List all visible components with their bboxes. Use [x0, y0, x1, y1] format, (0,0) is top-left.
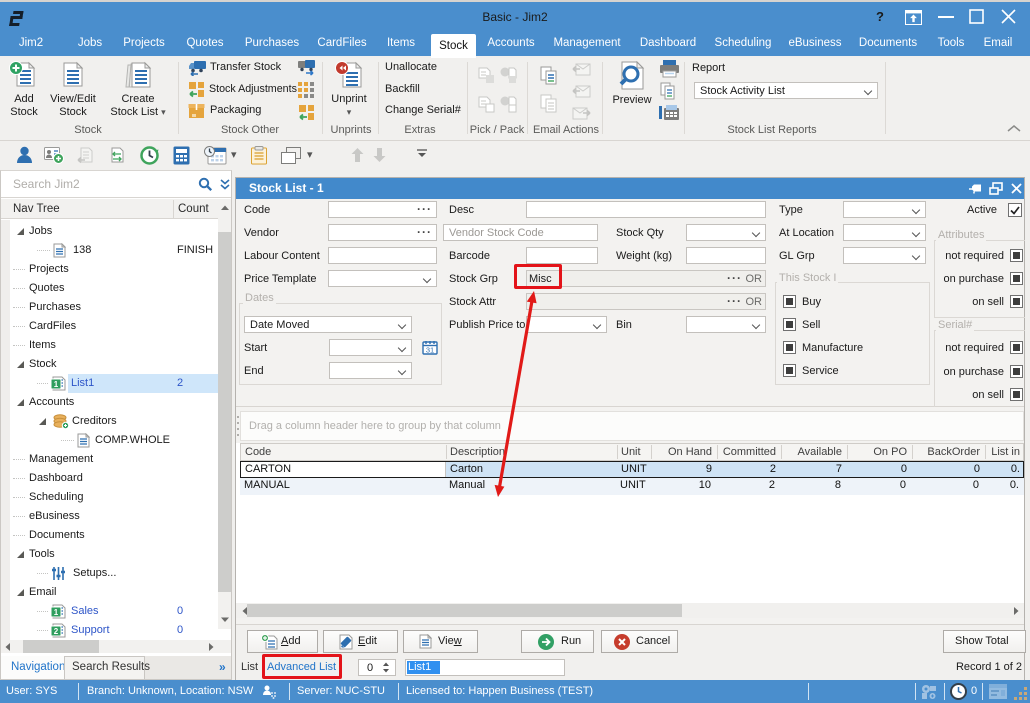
svg-text:2: 2 — [54, 627, 59, 636]
svg-text:1: 1 — [54, 608, 59, 617]
svg-text:1: 1 — [54, 380, 59, 389]
svg-text:31: 31 — [426, 346, 434, 355]
